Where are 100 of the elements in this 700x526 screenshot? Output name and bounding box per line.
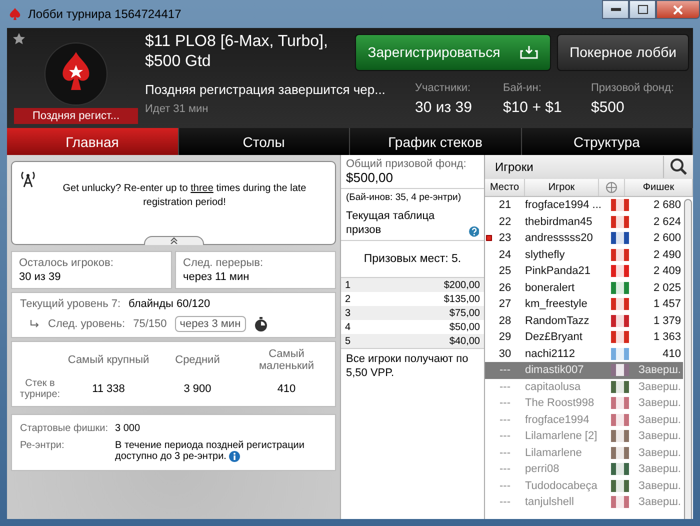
player-row[interactable]: --- frogface1994 Заверш. xyxy=(485,412,683,428)
tab[interactable]: График стеков xyxy=(350,128,522,155)
players-title: Игроки xyxy=(495,160,534,174)
maximize-button[interactable] xyxy=(629,0,656,19)
poker-lobby-button[interactable]: Покерное лобби xyxy=(557,34,689,70)
player-name: Dez£Bryant xyxy=(525,331,584,344)
info-label: Стартовые фишки: xyxy=(20,423,110,434)
player-place: --- xyxy=(498,414,512,426)
player-name: frogface1994 ... xyxy=(525,199,602,212)
player-name: PinkPanda21 xyxy=(525,265,592,278)
player-place: --- xyxy=(498,380,512,393)
player-row[interactable]: 26 boneralert 2 025 xyxy=(485,280,683,296)
player-chips: Заверш. xyxy=(633,414,683,426)
timer-icon xyxy=(254,316,268,332)
player-row[interactable]: 21 frogface1994 ... 2 680 xyxy=(485,197,683,214)
player-chips: 1 379 xyxy=(633,314,683,327)
player-place: 25 xyxy=(498,265,512,278)
tab[interactable]: Главная xyxy=(7,128,178,155)
prize-place: 1 xyxy=(345,280,351,290)
player-row[interactable]: 29 Dez£Bryant 1 363 xyxy=(485,329,683,346)
stat-label: Осталось игроков: xyxy=(19,257,114,269)
player-row[interactable]: --- dimastik007 Заверш. xyxy=(485,362,683,378)
flag-icon xyxy=(611,199,629,212)
player-row[interactable]: 23 andresssss20 2 600 xyxy=(485,230,683,246)
prize-amount: $200,00 xyxy=(444,280,480,290)
player-chips: Заверш. xyxy=(633,430,683,442)
flag-icon xyxy=(611,496,629,508)
stat-label: Участники: xyxy=(415,82,472,94)
tab[interactable]: Структура xyxy=(522,128,693,155)
flag-icon xyxy=(611,480,629,492)
player-name: perri08 xyxy=(525,463,560,476)
player-row[interactable]: 27 km_freestyle 1 457 xyxy=(485,296,683,312)
flag-icon xyxy=(611,314,629,327)
prize-table-title: Текущая таблица призов xyxy=(346,209,436,237)
player-chips: 2 680 xyxy=(633,199,683,212)
window-title: Лобби турнира 1564724417 xyxy=(28,7,182,21)
player-place: 30 xyxy=(498,348,512,360)
flag-icon xyxy=(611,430,629,442)
player-row[interactable]: 22 thebirdman45 2 624 xyxy=(485,214,683,230)
player-place: 24 xyxy=(498,248,512,261)
flag-icon xyxy=(611,265,629,278)
column-header[interactable]: Фишек xyxy=(625,179,693,196)
player-place: --- xyxy=(498,480,512,492)
stat-value: $10 + $1 xyxy=(503,99,563,116)
player-chips: Заверш. xyxy=(633,397,683,410)
player-row[interactable]: 30 nachi2112 410 xyxy=(485,346,683,362)
player-row[interactable]: 25 PinkPanda21 2 409 xyxy=(485,263,683,280)
stack-value: 3 900 xyxy=(182,383,212,395)
help-icon[interactable] xyxy=(468,226,479,237)
late-registration-text: Поздняя регистрация завершится чер... xyxy=(145,82,386,97)
column-header[interactable]: Игрок xyxy=(525,179,599,196)
player-row[interactable]: --- The Roost998 Заверш. xyxy=(485,395,683,412)
collapse-handle[interactable] xyxy=(144,236,204,245)
player-place: 26 xyxy=(498,282,512,294)
flag-icon xyxy=(611,348,629,360)
scrollbar[interactable] xyxy=(684,199,692,519)
player-row[interactable]: 28 RandomTazz 1 379 xyxy=(485,312,683,329)
stat-value: 30 из 39 xyxy=(415,99,473,116)
tournament-title: $11 PLO8 [6-Max, Turbo], $500 Gtd xyxy=(145,32,329,72)
close-button[interactable] xyxy=(656,0,700,19)
download-icon xyxy=(520,45,538,59)
player-chips: 2 409 xyxy=(633,265,683,278)
minimize-button[interactable] xyxy=(602,0,629,19)
player-row[interactable]: 24 slythefly 2 490 xyxy=(485,246,683,263)
player-row[interactable]: --- capitaolusa Заверш. xyxy=(485,378,683,395)
vpp-text: Все игроки получают по 5,50 VPP. xyxy=(346,352,470,380)
info-icon[interactable] xyxy=(229,451,240,462)
info-value: В течение периода поздней регистрации доступно до 3 ре-энтри. xyxy=(115,440,306,462)
player-row[interactable]: --- perri08 Заверш. xyxy=(485,461,683,478)
column-header[interactable]: Место xyxy=(485,179,525,196)
prize-places-text: Призовых мест: 5. xyxy=(362,252,462,267)
prize-place: 2 xyxy=(345,294,351,304)
player-chips: 2 624 xyxy=(633,216,683,228)
player-place: --- xyxy=(498,446,512,459)
tab[interactable]: Столы xyxy=(178,128,350,155)
flag-icon xyxy=(611,397,629,410)
player-row[interactable]: --- Lilamarlene [2] Заверш. xyxy=(485,428,683,444)
player-chips: Заверш. xyxy=(633,446,683,459)
stack-row-label: Стек в турнире: xyxy=(18,378,62,400)
prize-pool-value: $500,00 xyxy=(346,170,394,185)
prize-pool-label: Общий призовой фонд: xyxy=(346,158,468,170)
player-row[interactable]: --- tanjulshell Заверш. xyxy=(485,494,683,510)
player-place: --- xyxy=(498,496,512,508)
close-icon xyxy=(673,4,683,14)
player-name: slythefly xyxy=(525,248,566,261)
flag-icon xyxy=(611,331,629,344)
player-name: capitaolusa xyxy=(525,380,582,393)
stack-label: Самый маленький xyxy=(258,348,316,372)
player-row[interactable]: --- Lilamarlene Заверш. xyxy=(485,444,683,461)
register-button[interactable]: Зарегистрироваться xyxy=(355,34,551,70)
stack-value: 11 338 xyxy=(91,383,126,395)
flag-icon xyxy=(611,282,629,294)
globe-icon[interactable] xyxy=(606,182,617,193)
player-chips: Заверш. xyxy=(633,463,683,476)
flag-icon xyxy=(611,380,629,393)
player-row[interactable]: --- Tudodocabeça Заверш. xyxy=(485,478,683,494)
player-name: km_freestyle xyxy=(525,298,588,310)
star-icon[interactable] xyxy=(12,32,26,46)
player-name: Lilamarlene [2] xyxy=(525,430,598,442)
stack-label: Самый крупный xyxy=(66,354,150,366)
